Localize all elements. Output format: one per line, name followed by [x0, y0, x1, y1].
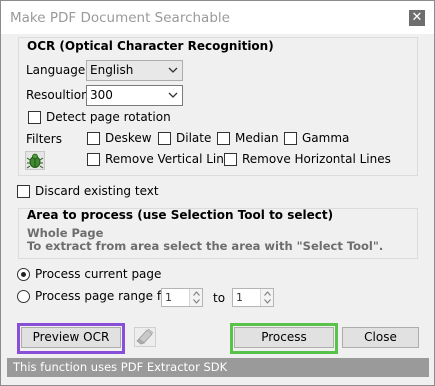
chevron-down-icon[interactable] [193, 299, 200, 304]
area-instructions: To extract from area select the area wit… [27, 239, 384, 253]
chevron-down-icon [167, 86, 179, 105]
language-select[interactable]: English [86, 60, 183, 81]
deskew-label: Deskew [105, 131, 152, 145]
range-to-value: 1 [236, 291, 243, 304]
detect-rotation-label: Detect page rotation [46, 110, 171, 124]
process-button[interactable]: Process [234, 327, 334, 348]
preview-ocr-button[interactable]: Preview OCR [21, 327, 121, 348]
language-label: Language [26, 63, 86, 77]
process-label: Process [261, 330, 307, 344]
filters-label: Filters [26, 132, 62, 146]
discard-existing-text-label: Discard existing text [35, 184, 159, 198]
area-group-title: Area to process (use Selection Tool to s… [27, 208, 334, 222]
title-bar: Make PDF Document Searchable ✕ [1, 1, 434, 34]
radio-selected-dot [21, 272, 26, 277]
language-value: English [90, 63, 134, 77]
range-from-value: 1 [165, 291, 172, 304]
resolution-label: Resoultion [26, 88, 89, 102]
window-title: Make PDF Document Searchable [10, 10, 230, 26]
range-from-stepper[interactable]: 1 [161, 288, 203, 307]
bug-icon [26, 153, 44, 169]
preview-ocr-label: Preview OCR [32, 330, 110, 344]
eraser-icon [136, 328, 154, 345]
chevron-up-icon[interactable] [193, 291, 200, 296]
close-label: Close [364, 330, 397, 344]
filter-settings-button[interactable] [25, 151, 45, 170]
process-current-page-label: Process current page [35, 267, 162, 281]
remove-horizontal-lines-label: Remove Horizontal Lines [242, 152, 391, 166]
close-button[interactable]: Close [342, 327, 419, 348]
dialog-window: Make PDF Document Searchable ✕ OCR (Opti… [0, 0, 435, 386]
clear-selection-button[interactable] [134, 327, 156, 347]
status-bar: This function uses PDF Extractor SDK [7, 358, 429, 377]
remove-vertical-lines-label: Remove Vertical Lines [105, 152, 238, 166]
chevron-down-icon [167, 61, 179, 80]
close-window-button[interactable]: ✕ [409, 10, 425, 26]
status-text: This function uses PDF Extractor SDK [13, 360, 228, 374]
median-label: Median [235, 131, 279, 145]
range-to-label: to [213, 291, 226, 305]
dilate-label: Dilate [176, 131, 212, 145]
close-icon: ✕ [411, 10, 423, 25]
resolution-select[interactable]: 300 [86, 85, 183, 106]
range-to-stepper[interactable]: 1 [232, 288, 274, 307]
ocr-group-title: OCR (Optical Character Recognition) [27, 39, 274, 53]
area-whole-page: Whole Page [27, 226, 104, 240]
chevron-down-icon[interactable] [264, 299, 271, 304]
chevron-up-icon[interactable] [264, 291, 271, 296]
gamma-label: Gamma [302, 131, 350, 145]
resolution-value: 300 [90, 88, 113, 102]
